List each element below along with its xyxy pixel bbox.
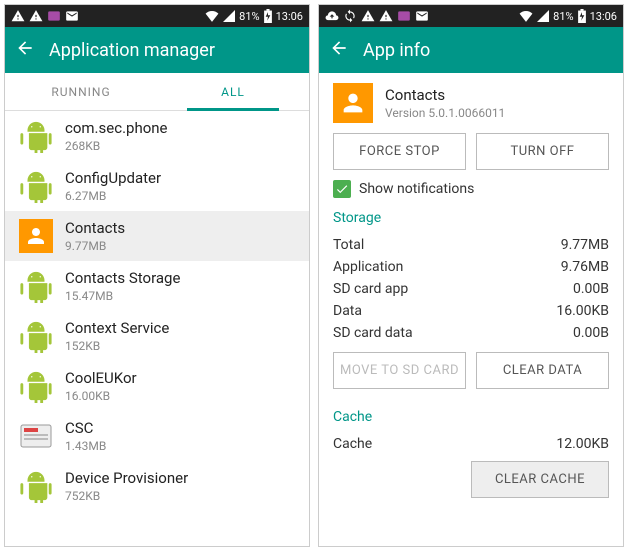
app-size: 1.43MB [65,439,106,453]
warning-triangle-icon [29,9,43,23]
app-name: CSC [65,419,106,437]
cache-row: Cache 12.00KB [333,433,609,455]
storage-label: Data [333,303,362,319]
clear-data-button[interactable]: CLEAR DATA [476,352,609,389]
storage-row: Application 9.76MB [333,256,609,278]
app-header: Contacts Version 5.0.1.0066011 [333,83,609,123]
app-list-item[interactable]: Context Service 152KB [5,311,309,361]
storage-value: 0.00B [573,281,609,297]
warning-triangle-icon [379,9,393,23]
storage-row: Total 9.77MB [333,234,609,256]
android-app-icon [19,169,53,203]
app-name: Contacts [65,219,125,237]
app-name: Context Service [65,319,169,337]
android-app-icon [19,119,53,153]
cloud-upload-icon [325,9,339,23]
storage-row: SD card data 0.00B [333,322,609,344]
cache-section-title: Cache [333,409,609,425]
contacts-app-icon [333,83,373,123]
clock-time: 13:06 [590,10,617,23]
app-size: 9.77MB [65,239,125,253]
cache-label: Cache [333,436,372,452]
mail-icon [415,9,429,23]
android-app-icon [19,319,53,353]
storage-row: SD card app 0.00B [333,278,609,300]
storage-section-title: Storage [333,210,609,226]
signal-icon [223,10,235,22]
loop-icon [343,9,357,23]
storage-row: Data 16.00KB [333,300,609,322]
app-size: 268KB [65,139,168,153]
page-title: Application manager [49,40,215,61]
checkbox-checked-icon[interactable] [333,180,351,198]
storage-label: SD card app [333,281,408,297]
page-title: App info [363,40,430,61]
nfc-icon [47,9,61,23]
app-name: ConfigUpdater [65,169,161,187]
app-name: Contacts Storage [65,269,180,287]
turn-off-button[interactable]: TURN OFF [476,133,609,170]
storage-value: 9.77MB [561,237,609,253]
app-info-panel: Contacts Version 5.0.1.0066011 FORCE STO… [319,73,623,546]
storage-value: 16.00KB [556,303,609,319]
app-list-item[interactable]: com.sec.phone 268KB [5,111,309,161]
battery-icon [264,9,272,23]
storage-label: Application [333,259,403,275]
storage-value: 9.76MB [561,259,609,275]
status-bar: 81% 13:06 [5,5,309,27]
app-name: Contacts [385,86,505,104]
tab-running[interactable]: RUNNING [5,73,157,110]
phone-left: 81% 13:06 Application manager RUNNING AL… [4,4,310,547]
android-app-icon [19,269,53,303]
battery-percent: 81% [553,10,573,23]
storage-label: SD card data [333,325,413,341]
app-list-item[interactable]: CoolEUKor 16.00KB [5,361,309,411]
app-name: Device Provisioner [65,469,188,487]
show-notifications-row[interactable]: Show notifications [333,180,609,198]
signal-icon [537,10,549,22]
app-list-item[interactable]: Contacts Storage 15.47MB [5,261,309,311]
clock-time: 13:06 [276,10,303,23]
battery-icon [578,9,586,23]
app-size: 16.00KB [65,389,137,403]
cache-value: 12.00KB [556,436,609,452]
app-name: CoolEUKor [65,369,137,387]
action-bar: App info [319,27,623,73]
phone-right: 81% 13:06 App info Contacts Version 5.0.… [318,4,624,547]
android-app-icon [19,469,53,503]
status-bar: 81% 13:06 [319,5,623,27]
back-arrow-icon[interactable] [15,38,35,62]
app-size: 752KB [65,489,188,503]
csc-app-icon [19,419,53,453]
android-app-icon [19,369,53,403]
app-list-item[interactable]: ConfigUpdater 6.27MB [5,161,309,211]
app-list-item[interactable]: CSC 1.43MB [5,411,309,461]
wifi-icon [519,10,533,22]
action-bar: Application manager [5,27,309,73]
app-list-item[interactable]: Contacts 9.77MB [5,211,309,261]
app-size: 152KB [65,339,169,353]
nfc-icon [397,9,411,23]
show-notifications-label: Show notifications [359,181,474,197]
move-to-sd-button: MOVE TO SD CARD [333,352,466,389]
warning-triangle-icon [361,9,375,23]
app-version: Version 5.0.1.0066011 [385,106,505,120]
clear-cache-button[interactable]: CLEAR CACHE [471,461,609,498]
tab-all[interactable]: ALL [157,73,309,110]
tab-bar: RUNNING ALL [5,73,309,111]
warning-triangle-icon [11,9,25,23]
battery-percent: 81% [239,10,259,23]
app-size: 6.27MB [65,189,161,203]
mail-icon [65,9,79,23]
storage-value: 0.00B [573,325,609,341]
app-name: com.sec.phone [65,119,168,137]
contacts-app-icon [19,219,53,253]
force-stop-button[interactable]: FORCE STOP [333,133,466,170]
back-arrow-icon[interactable] [329,38,349,62]
app-size: 15.47MB [65,289,180,303]
app-list[interactable]: com.sec.phone 268KB ConfigUpdater 6.27MB… [5,111,309,546]
storage-label: Total [333,237,364,253]
wifi-icon [205,10,219,22]
app-list-item[interactable]: Device Provisioner 752KB [5,461,309,511]
